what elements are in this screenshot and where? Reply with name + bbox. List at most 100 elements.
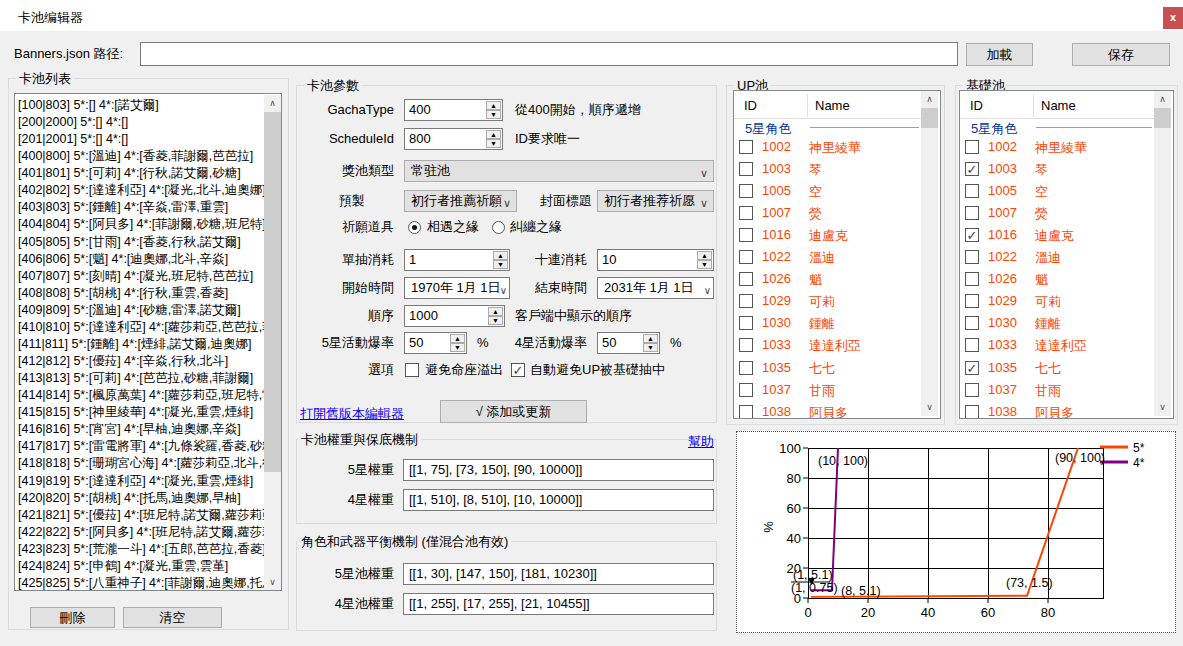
gacha-type-spinner[interactable]: 400▲▼: [404, 99, 503, 121]
clear-button[interactable]: 清空: [123, 607, 222, 628]
spin-down-icon[interactable]: ▼: [450, 343, 465, 352]
row-checkbox[interactable]: [739, 206, 753, 220]
pool-row[interactable]: 1002神里綾華: [960, 136, 1173, 158]
row-checkbox[interactable]: ✓: [965, 361, 979, 375]
list-item[interactable]: [425|825] 5*:[八重神子] 4*:[菲謝爾,迪奧娜,托馬]: [18, 575, 278, 591]
list-item[interactable]: [419|819] 5*:[達達利亞] 4*:[凝光,重雲,煙緋]: [18, 473, 253, 490]
list-item[interactable]: [407|807] 5*:[刻晴] 4*:[凝光,班尼特,芭芭拉]: [18, 268, 253, 285]
list-item[interactable]: [421|821] 5*:[優菈] 4*:[班尼特,諾艾爾,蘿莎莉亞]: [18, 507, 278, 524]
spin-down-icon[interactable]: ▼: [486, 110, 501, 119]
help-link[interactable]: 幫助: [688, 433, 714, 451]
list-item[interactable]: [410|810] 5*:[達達利亞] 4*:[蘿莎莉亞,芭芭拉,菲謝爾]: [18, 319, 282, 336]
spin-up-icon[interactable]: ▲: [486, 130, 501, 139]
list-item[interactable]: [422|822] 5*:[阿貝多] 4*:[班尼特,諾艾爾,蘿莎莉亞]: [18, 524, 282, 541]
pool-scrollbar[interactable]: ∧∨: [921, 91, 938, 416]
pool-row[interactable]: 1033達達利亞: [960, 334, 1173, 356]
spin-down-icon[interactable]: ▼: [486, 139, 501, 148]
delete-button[interactable]: 刪除: [30, 607, 115, 628]
open-old-editor-link[interactable]: 打開舊版本編輯器: [300, 405, 404, 423]
pool-list-scrollbar[interactable]: ∧ ∨: [264, 95, 281, 591]
pool-row[interactable]: 1005空: [960, 180, 1173, 202]
row-checkbox[interactable]: [739, 361, 753, 375]
pool-type-select[interactable]: 常驻池∨: [404, 160, 714, 182]
list-item[interactable]: [200|2000] 5*:[] 4*:[]: [18, 114, 128, 131]
row-checkbox[interactable]: [739, 184, 753, 198]
row-checkbox[interactable]: [965, 405, 979, 419]
list-item[interactable]: [404|804] 5*:[阿貝多] 4*:[菲謝爾,砂糖,班尼特]: [18, 216, 266, 233]
pool-row[interactable]: 1026魈: [734, 268, 940, 290]
row-checkbox[interactable]: [965, 140, 979, 154]
spin-down-icon[interactable]: ▼: [697, 260, 712, 269]
pool-scrollbar[interactable]: ∧∨: [1154, 91, 1171, 416]
row-checkbox[interactable]: [739, 162, 753, 176]
list-item[interactable]: [418|818] 5*:[珊瑚宮心海] 4*:[蘿莎莉亞,北斗,行秋]: [18, 455, 282, 472]
rate4-spinner[interactable]: 50▲▼: [597, 332, 660, 354]
list-item[interactable]: [420|820] 5*:[胡桃] 4*:[托馬,迪奧娜,早柚]: [18, 490, 241, 507]
end-time-picker[interactable]: 2031年 1月 1日∨: [597, 277, 714, 299]
list-item[interactable]: [411|811] 5*:[鍾離] 4*:[煙緋,諾艾爾,迪奧娜]: [18, 336, 251, 353]
row-checkbox[interactable]: [739, 383, 753, 397]
pool-row[interactable]: 1029可莉: [734, 290, 940, 312]
cover-title-select[interactable]: 初行者推荐祈愿∨: [597, 190, 714, 212]
list-item[interactable]: [412|812] 5*:[優菈] 4*:[辛焱,行秋,北斗]: [18, 353, 228, 370]
scroll-up-icon[interactable]: ∧: [921, 91, 938, 108]
save-button[interactable]: 保存: [1072, 43, 1170, 66]
pool-row[interactable]: 1038阿貝多: [734, 401, 940, 419]
pool-row[interactable]: 1038阿貝多: [960, 401, 1173, 419]
scroll-up-icon[interactable]: ∧: [264, 95, 281, 112]
pool-row[interactable]: 1029可莉: [960, 290, 1173, 312]
rate5-spinner[interactable]: 50▲▼: [404, 332, 467, 354]
list-item[interactable]: [423|823] 5*:[荒瀧一斗] 4*:[五郎,芭芭拉,香菱]: [18, 541, 266, 558]
pool-row[interactable]: ✓1003琴: [960, 158, 1173, 180]
pool-row[interactable]: 1037甘雨: [734, 379, 940, 401]
spin-up-icon[interactable]: ▲: [450, 334, 465, 343]
row-checkbox[interactable]: [739, 338, 753, 352]
list-item[interactable]: [409|809] 5*:[溫迪] 4*:[砂糖,雷澤,諾艾爾]: [18, 302, 241, 319]
spin-down-icon[interactable]: ▼: [488, 316, 503, 325]
pool-row[interactable]: 1016迪盧克: [734, 224, 940, 246]
list-item[interactable]: [417|817] 5*:[雷電將軍] 4*:[九條裟羅,香菱,砂糖]: [18, 438, 278, 455]
weight5-input[interactable]: [[1, 75], [73, 150], [90, 10000]]: [403, 459, 714, 481]
list-item[interactable]: [201|2001] 5*:[] 4*:[]: [18, 131, 128, 148]
list-item[interactable]: [413|813] 5*:[可莉] 4*:[芭芭拉,砂糖,菲謝爾]: [18, 370, 253, 387]
ten-cost-spinner[interactable]: 10▲▼: [597, 249, 714, 271]
row-checkbox[interactable]: [739, 294, 753, 308]
pool-row[interactable]: 1007熒: [734, 202, 940, 224]
path-input[interactable]: [140, 42, 958, 66]
list-item[interactable]: [415|815] 5*:[神里綾華] 4*:[凝光,重雲,煙緋]: [18, 404, 253, 421]
base-pool-table[interactable]: IDName5星角色1002神里綾華✓1003琴1005空1007熒✓1016迪…: [959, 90, 1174, 419]
list-item[interactable]: [400|800] 5*:[溫迪] 4*:[香菱,菲謝爾,芭芭拉]: [18, 148, 253, 165]
radio-intertwined-fate[interactable]: [492, 221, 505, 234]
pool-row[interactable]: 1030鍾離: [960, 312, 1173, 334]
pool-row[interactable]: 1005空: [734, 180, 940, 202]
checkbox-avoid-constellation-overflow[interactable]: [405, 363, 419, 377]
pool-listbox[interactable]: [425|825] 5*:[八重神子] 4*:[菲謝爾,迪奧娜,托馬][424|…: [14, 93, 282, 591]
weight4-input[interactable]: [[1, 510], [8, 510], [10, 10000]]: [403, 489, 714, 511]
pool-row[interactable]: 1033達達利亞: [734, 334, 940, 356]
pool-row[interactable]: ✓1035七七: [960, 357, 1173, 379]
row-checkbox[interactable]: [965, 272, 979, 286]
list-item[interactable]: [100|803] 5*:[] 4*:[諾艾爾]: [18, 97, 159, 114]
radio-acquaint-fate[interactable]: [408, 221, 421, 234]
scroll-up-icon[interactable]: ∧: [1154, 91, 1171, 108]
row-checkbox[interactable]: ✓: [965, 228, 979, 242]
pool-row[interactable]: 1022溫迪: [734, 246, 940, 268]
list-item[interactable]: [406|806] 5*:[魈] 4*:[迪奧娜,北斗,辛焱]: [18, 251, 228, 268]
row-checkbox[interactable]: [739, 316, 753, 330]
pool-row[interactable]: 1007熒: [960, 202, 1173, 224]
row-checkbox[interactable]: [739, 272, 753, 286]
list-item[interactable]: [416|816] 5*:[宵宮] 4*:[早柚,迪奧娜,辛焱]: [18, 421, 241, 438]
pool-row[interactable]: 1003琴: [734, 158, 940, 180]
spin-down-icon[interactable]: ▼: [643, 343, 658, 352]
list-item[interactable]: [408|808] 5*:[胡桃] 4*:[行秋,重雲,香菱]: [18, 285, 228, 302]
up-pool-table[interactable]: IDName5星角色1002神里綾華1003琴1005空1007熒1016迪盧克…: [733, 90, 941, 419]
spin-up-icon[interactable]: ▲: [488, 307, 503, 316]
row-checkbox[interactable]: [739, 228, 753, 242]
pool-row[interactable]: 1035七七: [734, 357, 940, 379]
row-checkbox[interactable]: [739, 140, 753, 154]
pool-row[interactable]: 1002神里綾華: [734, 136, 940, 158]
scroll-down-icon[interactable]: ∨: [1154, 399, 1171, 416]
list-item[interactable]: [402|802] 5*:[達達利亞] 4*:[凝光,北斗,迪奧娜]: [18, 182, 266, 199]
row-checkbox[interactable]: ✓: [965, 162, 979, 176]
list-item[interactable]: [401|801] 5*:[可莉] 4*:[行秋,諾艾爾,砂糖]: [18, 165, 241, 182]
